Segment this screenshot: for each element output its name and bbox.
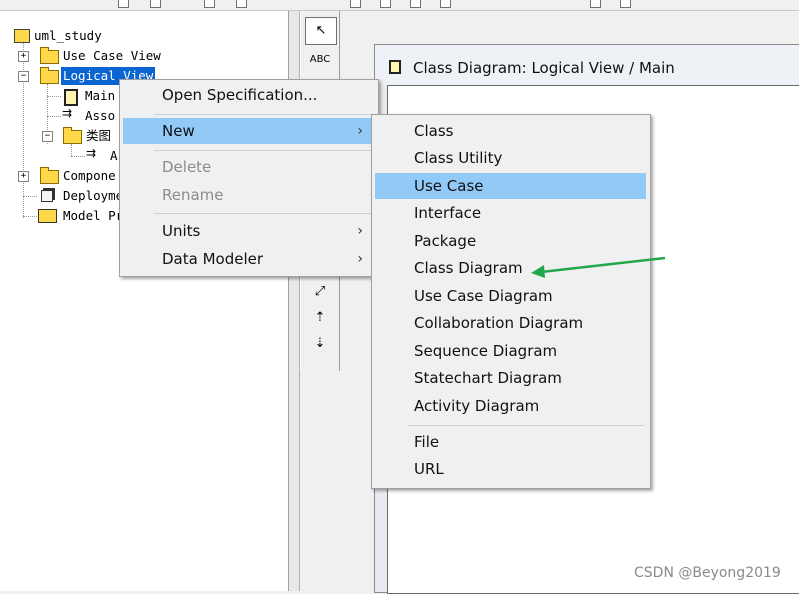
- menu-item-url[interactable]: URL: [372, 456, 650, 482]
- expand-plus-icon[interactable]: +: [18, 171, 29, 182]
- annotation-arrow-head: [531, 265, 545, 278]
- generalize-tool-icon[interactable]: ⇣: [305, 331, 335, 357]
- menu-item-collaboration-diagram[interactable]: Collaboration Diagram: [372, 310, 650, 336]
- collapse-minus-icon[interactable]: −: [42, 131, 53, 142]
- menu-item-file[interactable]: File: [372, 429, 650, 455]
- folder-icon: [40, 47, 59, 64]
- deployment-icon: [41, 190, 53, 202]
- tree-item-label: Deployme: [63, 188, 124, 203]
- text-tool[interactable]: ABC: [305, 47, 335, 73]
- model-icon: [14, 28, 30, 43]
- submenu-arrow-icon: ›: [357, 251, 363, 267]
- tree-item-label: 类图: [86, 128, 112, 143]
- tree-item-label: Use Case View: [63, 48, 161, 63]
- tree-line: [47, 96, 61, 97]
- toolbar-button[interactable]: [410, 0, 421, 8]
- annotation-arrow: [531, 256, 666, 278]
- folder-icon: [63, 127, 82, 144]
- menu-item-package[interactable]: Package: [372, 228, 650, 254]
- tree-item-model-properties[interactable]: Model Pr: [63, 207, 123, 225]
- tree-item-label: Compone: [63, 168, 116, 183]
- toolbar-button[interactable]: [590, 0, 601, 8]
- menu-item-units[interactable]: Units ›: [120, 218, 378, 244]
- tree-item-a[interactable]: A: [110, 147, 118, 165]
- menu-item-data-modeler[interactable]: Data Modeler ›: [120, 246, 378, 272]
- dependency-tool-icon[interactable]: ⤢: [305, 279, 335, 305]
- menu-item-activity-diagram[interactable]: Activity Diagram: [372, 393, 650, 419]
- association-icon: ⇉: [62, 106, 73, 120]
- window-title: Class Diagram: Logical View / Main: [413, 59, 675, 77]
- tree-item-deployment-view[interactable]: Deployme: [63, 187, 123, 205]
- tree-line: [23, 196, 37, 197]
- tree-item-component-view[interactable]: Compone: [63, 167, 116, 185]
- tree-item-main[interactable]: Main: [85, 87, 115, 105]
- pointer-tool-icon[interactable]: ↖: [305, 17, 337, 45]
- menu-item-use-case-diagram[interactable]: Use Case Diagram: [372, 283, 650, 309]
- model-properties-icon: [38, 209, 57, 223]
- menu-item-new[interactable]: New ›: [123, 118, 375, 144]
- menu-item-use-case[interactable]: Use Case: [375, 173, 646, 199]
- menu-separator: [408, 425, 644, 426]
- watermark: CSDN @Beyong2019: [634, 565, 781, 581]
- tree-line: [71, 156, 85, 157]
- top-toolbar: [0, 0, 799, 11]
- toolbar-button[interactable]: [620, 0, 631, 8]
- submenu-arrow-icon: ›: [357, 123, 363, 139]
- submenu-arrow-icon: ›: [357, 223, 363, 239]
- menu-separator: [154, 213, 372, 214]
- toolbar-button[interactable]: [150, 0, 161, 8]
- window-titlebar[interactable]: Class Diagram: Logical View / Main: [375, 45, 799, 85]
- realize-tool-icon[interactable]: ⇡: [305, 305, 335, 331]
- menu-item-delete[interactable]: Delete: [120, 154, 378, 180]
- folder-icon: [40, 67, 59, 84]
- annotation-arrow-shaft: [540, 256, 666, 274]
- toolbar-button[interactable]: [236, 0, 247, 8]
- tree-line: [47, 116, 61, 117]
- menu-item-class-utility[interactable]: Class Utility: [372, 145, 650, 171]
- tree-item-label: Model Pr: [63, 208, 124, 223]
- tree-item-use-case-view[interactable]: Use Case View: [63, 47, 161, 65]
- tree-item-label: uml_study: [34, 28, 102, 43]
- tree-item-label: A: [110, 148, 118, 163]
- tree-item-label: Asso: [85, 108, 116, 123]
- expand-plus-icon[interactable]: +: [18, 51, 29, 62]
- collapse-minus-icon[interactable]: −: [18, 71, 29, 82]
- menu-item-sequence-diagram[interactable]: Sequence Diagram: [372, 338, 650, 364]
- class-diagram-icon: [389, 60, 401, 74]
- toolbar-button[interactable]: [118, 0, 129, 8]
- tree-item-root[interactable]: uml_study: [14, 27, 102, 45]
- toolbar-button[interactable]: [380, 0, 391, 8]
- tree-line: [71, 144, 72, 156]
- tree-item-class-package[interactable]: 类图: [86, 127, 111, 145]
- tree-item-association[interactable]: Asso: [85, 107, 115, 125]
- association-icon: ⇉: [86, 146, 97, 160]
- toolbar-button[interactable]: [350, 0, 361, 8]
- folder-icon: [40, 167, 59, 184]
- class-diagram-icon: [64, 89, 78, 106]
- menu-item-statechart-diagram[interactable]: Statechart Diagram: [372, 365, 650, 391]
- tree-line: [23, 216, 37, 217]
- menu-item-open-specification[interactable]: Open Specification...: [120, 82, 378, 108]
- context-menu: Open Specification... New › Delete Rename…: [119, 79, 379, 277]
- menu-separator: [154, 150, 372, 151]
- toolbar-button[interactable]: [204, 0, 215, 8]
- tree-item-label: Main: [85, 88, 116, 103]
- menu-item-interface[interactable]: Interface: [372, 200, 650, 226]
- toolbar-button[interactable]: [440, 0, 451, 8]
- menu-item-class[interactable]: Class: [372, 118, 650, 144]
- menu-separator: [154, 114, 372, 115]
- menu-item-rename[interactable]: Rename: [120, 182, 378, 208]
- new-submenu: Class Class Utility Use Case Interface P…: [371, 114, 651, 489]
